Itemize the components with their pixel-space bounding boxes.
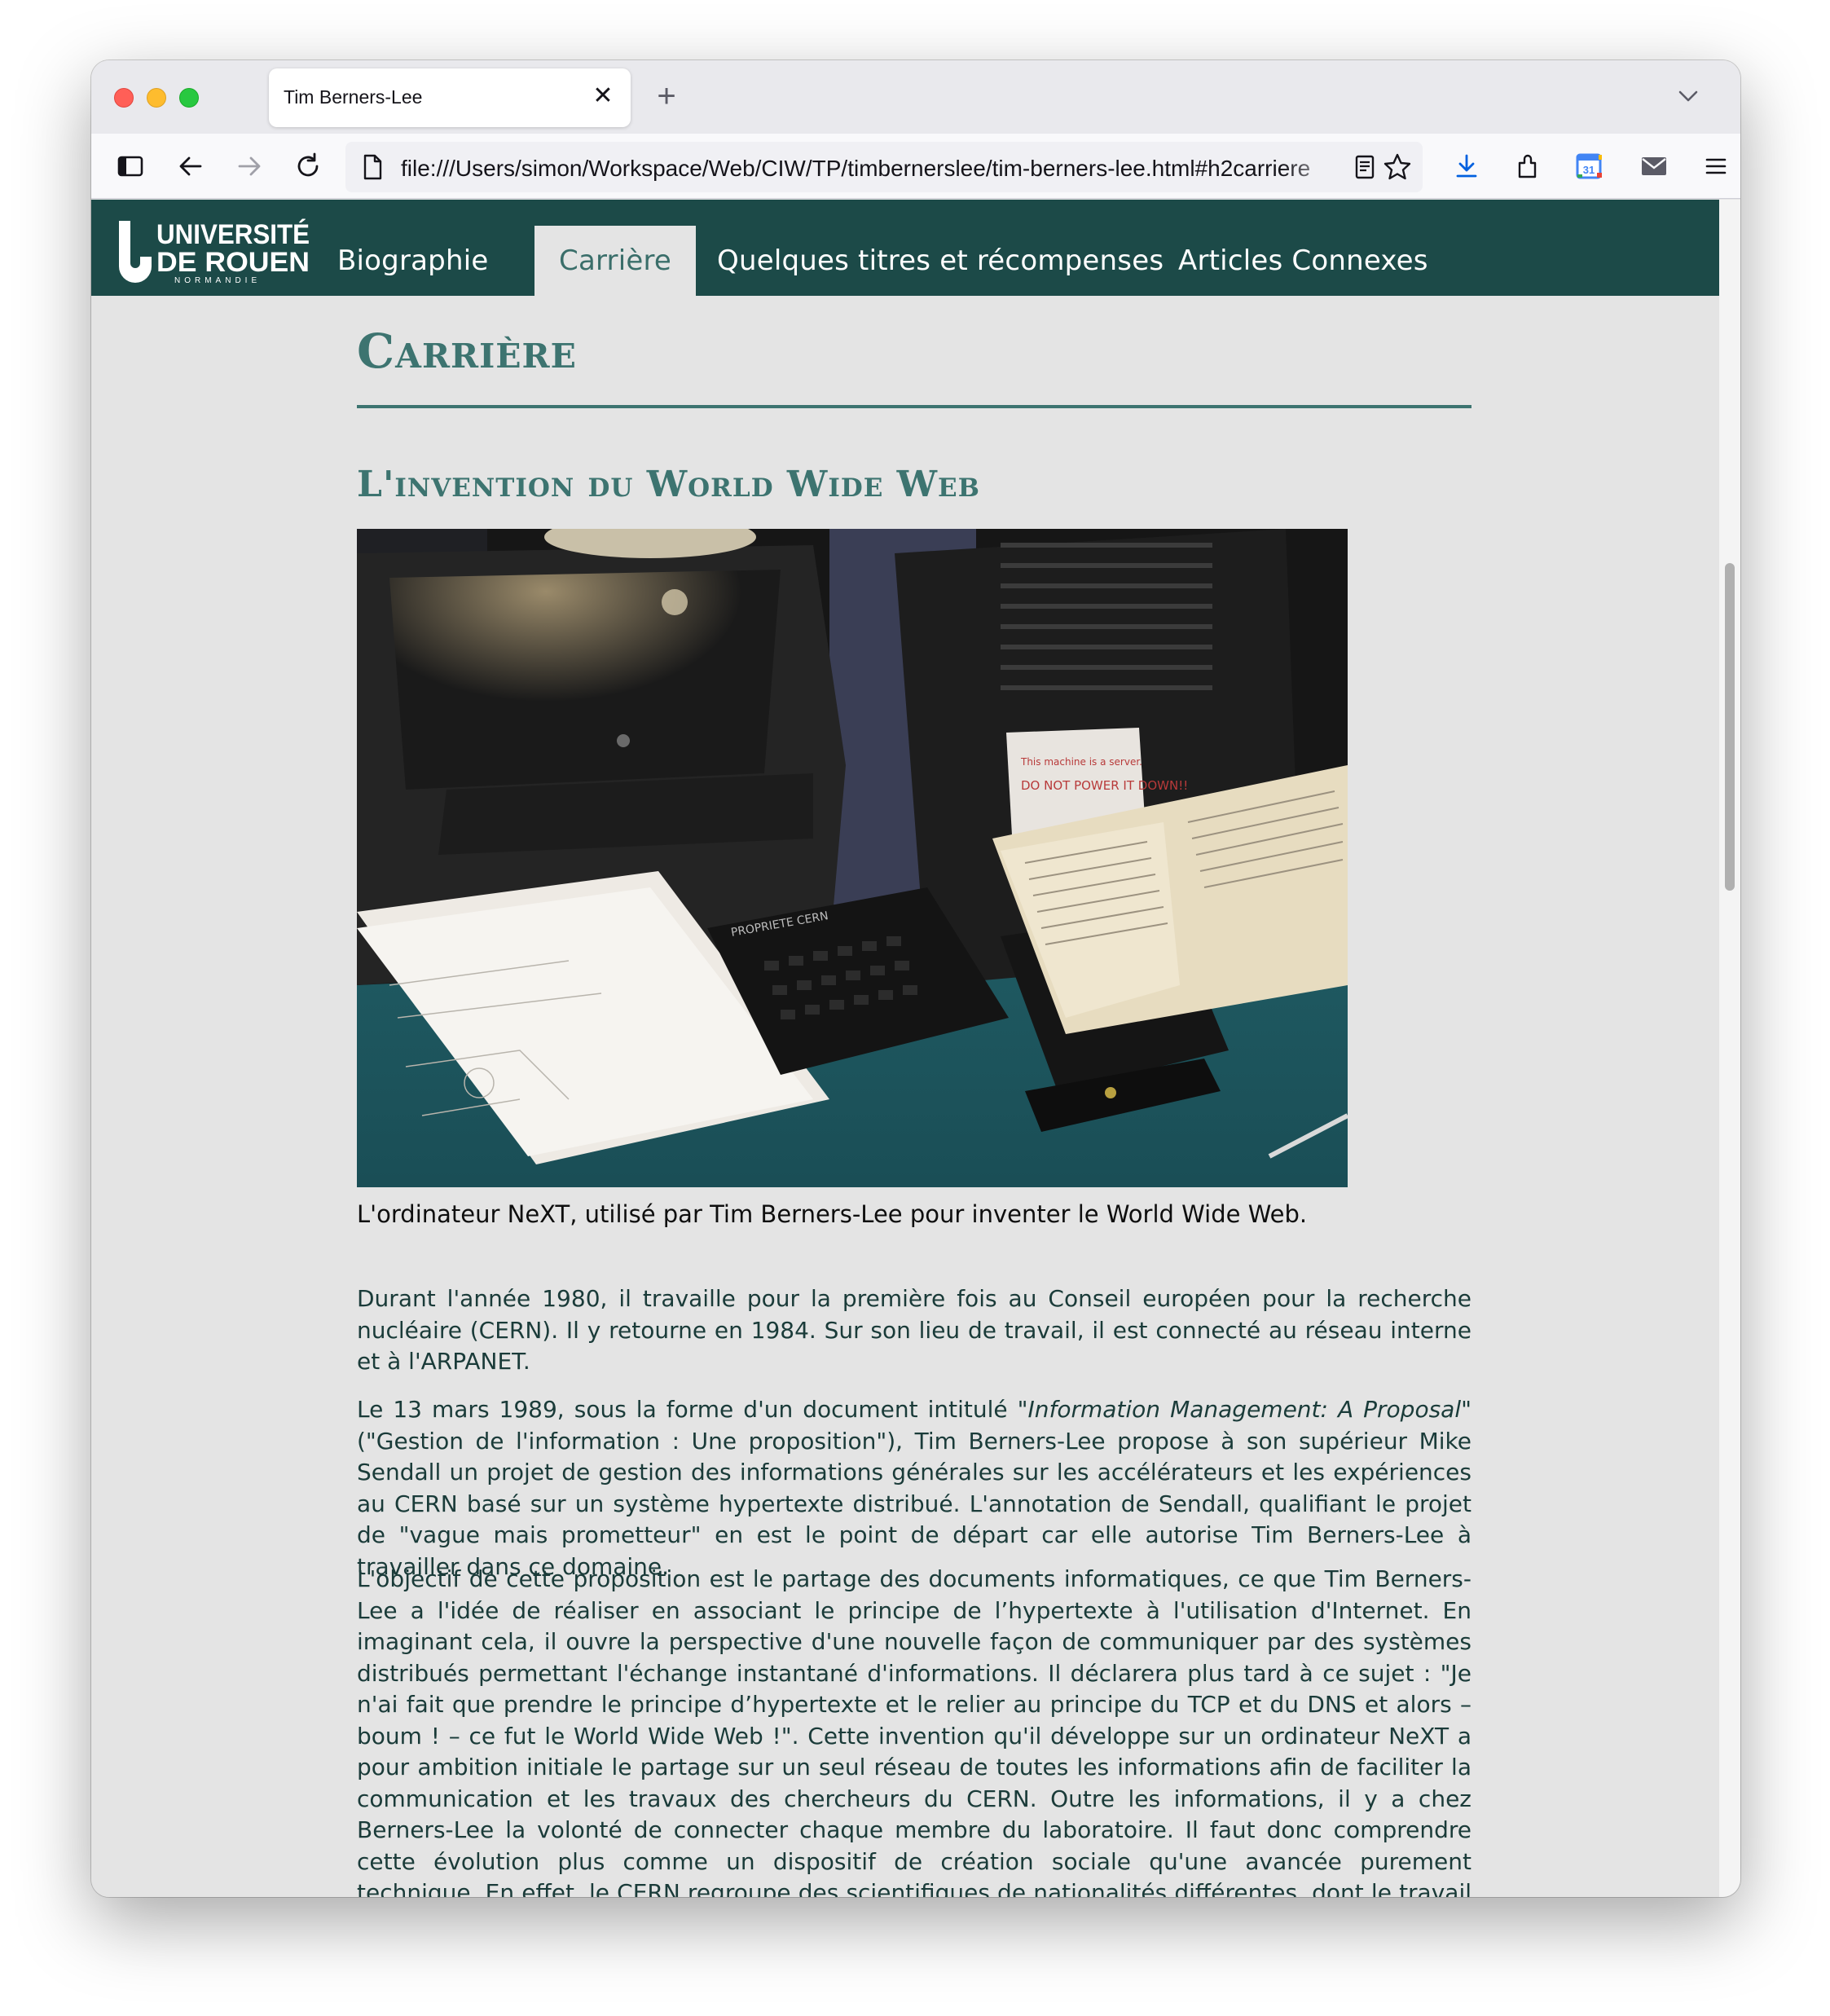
tab-list-chevron-icon[interactable]	[1672, 80, 1705, 112]
paragraph-2-start: Le 13 mars 1989, sous la forme d'un docu…	[357, 1396, 1028, 1423]
site-nav: UNIVERSITÉ DE ROUEN NORMANDIE Biographie…	[91, 200, 1719, 296]
page-viewport: UNIVERSITÉ DE ROUEN NORMANDIE Biographie…	[91, 200, 1719, 1897]
paragraph-2: Le 13 mars 1989, sous la forme d'un docu…	[357, 1394, 1471, 1582]
title-divider	[357, 405, 1471, 408]
photo-caption: L'ordinateur NeXT, utilisé par Tim Berne…	[357, 1200, 1308, 1228]
url-text[interactable]: file:///Users/simon/Workspace/Web/CIW/TP…	[401, 156, 1338, 182]
nav-item-biographie[interactable]: Biographie	[313, 226, 512, 296]
scrollbar-thumb[interactable]	[1725, 563, 1735, 891]
paragraph-3: L'objectif de cette proposition est le p…	[357, 1565, 1471, 1897]
tab-strip: Tim Berners-Lee ✕ +	[91, 60, 1740, 134]
extensions-icon[interactable]	[1509, 148, 1545, 184]
new-tab-button[interactable]: +	[649, 78, 684, 114]
download-icon[interactable]	[1449, 148, 1485, 184]
proposal-title: Information Management: A Proposal	[1027, 1396, 1462, 1423]
logo-u-mark	[119, 221, 152, 283]
scrollbar[interactable]	[1719, 200, 1740, 1897]
mail-icon[interactable]	[1636, 148, 1672, 184]
photo-monitor-screen	[389, 570, 781, 790]
zoom-window-button[interactable]	[179, 88, 199, 108]
sidebar-icon[interactable]	[112, 148, 148, 184]
photo-sticker-line2: DO NOT POWER IT DOWN!!	[1021, 778, 1188, 793]
navigation-toolbar: file:///Users/simon/Workspace/Web/CIW/TP…	[91, 134, 1740, 199]
section-heading: L'invention du World Wide Web	[357, 464, 980, 505]
calendar-icon[interactable]: 31	[1571, 148, 1607, 184]
logo-line1: UNIVERSITÉ	[156, 219, 310, 250]
back-icon[interactable]	[173, 148, 209, 184]
paragraph-1: Durant l'année 1980, il travaille pour l…	[357, 1285, 1471, 1375]
bookmark-star-icon[interactable]	[1382, 152, 1413, 187]
url-bar[interactable]: file:///Users/simon/Workspace/Web/CIW/TP…	[345, 142, 1423, 192]
forward-icon[interactable]	[231, 148, 267, 184]
reader-view-icon[interactable]	[1351, 153, 1379, 185]
minimize-window-button[interactable]	[147, 88, 166, 108]
photo-sticker-line1: This machine is a server.	[1020, 756, 1142, 768]
reload-icon[interactable]	[290, 148, 326, 184]
logo-line3: NORMANDIE	[174, 276, 261, 284]
paragraph-2-end: " ("Gestion de l'information : Une propo…	[357, 1396, 1471, 1580]
nav-item-carriere[interactable]: Carrière	[534, 226, 697, 296]
tab-close-icon[interactable]: ✕	[588, 81, 618, 111]
page-icon	[359, 152, 386, 186]
page-title: Carrière	[357, 324, 577, 379]
tab-title: Tim Berners-Lee	[284, 86, 423, 108]
university-logo[interactable]: UNIVERSITÉ DE ROUEN NORMANDIE	[116, 216, 311, 285]
browser-window: Tim Berners-Lee ✕ + file:///Users/simon/…	[91, 60, 1740, 1897]
nav-item-titres-recompenses[interactable]: Quelques titres et récompenses	[693, 226, 1188, 296]
next-computer-photo: This machine is a server. DO NOT POWER I…	[357, 529, 1348, 1187]
logo-line2: DE ROUEN	[156, 247, 310, 278]
svg-text:31: 31	[1583, 164, 1595, 176]
menu-icon[interactable]	[1698, 148, 1734, 184]
nav-item-articles-connexes[interactable]: Articles Connexes	[1154, 226, 1453, 296]
close-window-button[interactable]	[114, 88, 134, 108]
url-fade	[1282, 148, 1348, 186]
browser-tab[interactable]: Tim Berners-Lee ✕	[269, 68, 631, 127]
